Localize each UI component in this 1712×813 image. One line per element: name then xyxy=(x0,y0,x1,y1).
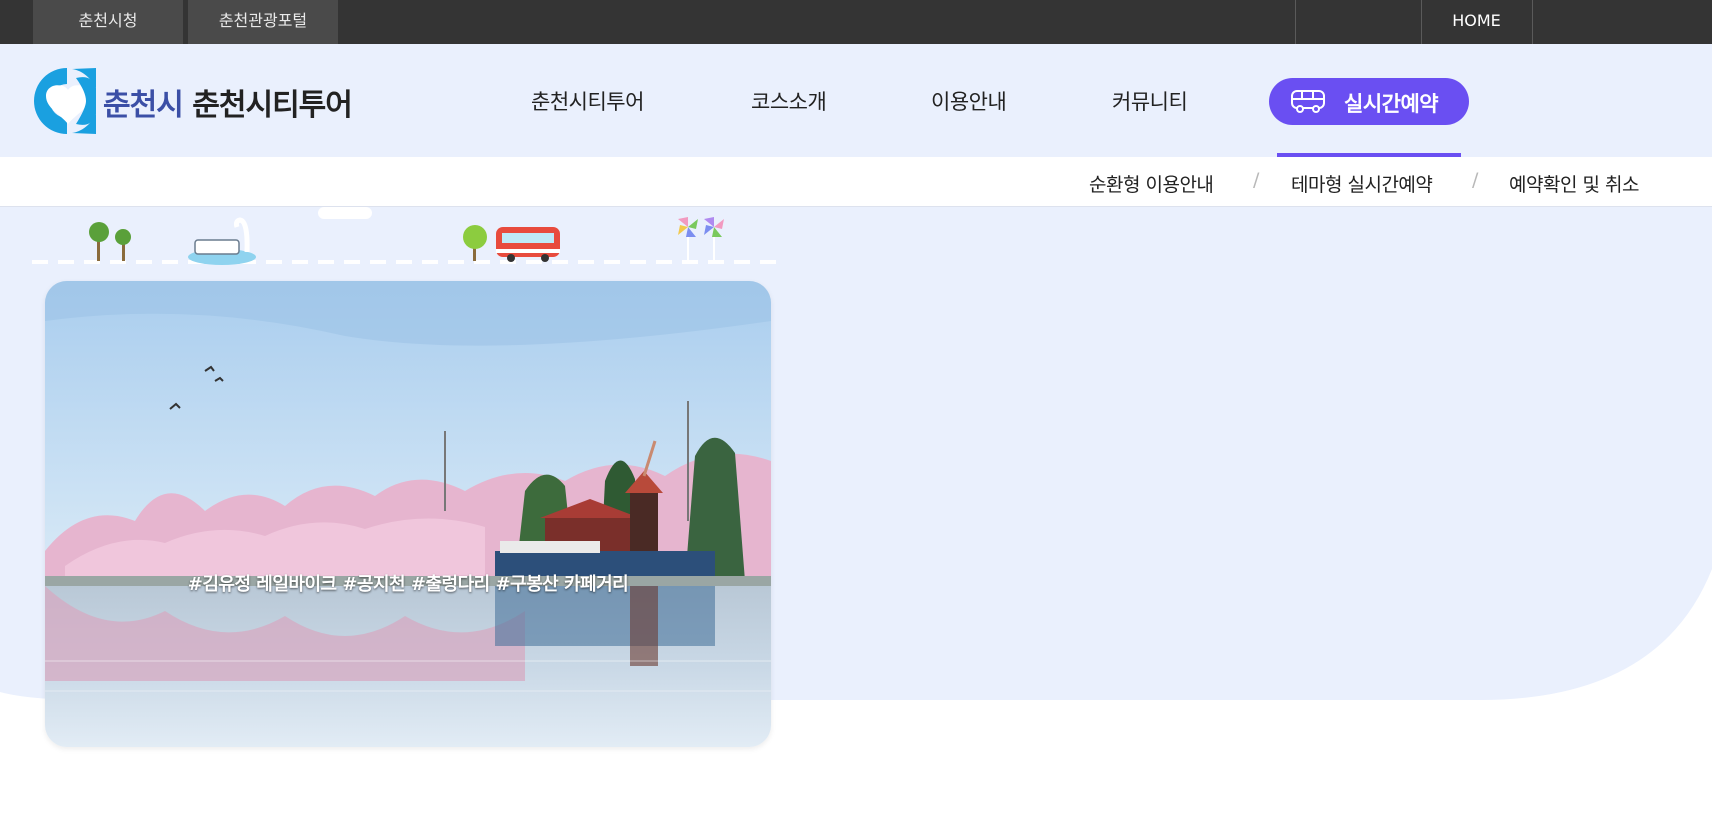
tree-icon xyxy=(463,225,487,261)
nav-city-tour[interactable]: 춘천시티투어 xyxy=(531,86,644,116)
nav-usage-guide[interactable]: 이용안내 xyxy=(931,86,1007,116)
nav-community[interactable]: 커뮤니티 xyxy=(1112,86,1188,116)
c-heart-logo-icon xyxy=(34,68,96,134)
pinwheel-icon xyxy=(678,217,724,261)
subnav-loop-guide[interactable]: 순환형 이용안내 xyxy=(1089,170,1214,197)
theme-tour-photo-card[interactable]: #김유정 레일바이크 #공지천 #출렁다리 #구봉산 카페거리 xyxy=(45,281,771,747)
site-header: 춘천시 춘천시티투어 춘천시티투어 코스소개 이용안내 커뮤니티 실시간예약 xyxy=(0,44,1712,157)
tree-icon xyxy=(89,222,131,261)
card-hashtags: #김유정 레일바이크 #공지천 #출렁다리 #구봉산 카페거리 xyxy=(187,574,629,595)
divider xyxy=(1295,0,1296,44)
subnav-separator: / xyxy=(1472,169,1479,191)
subnav-separator: / xyxy=(1253,169,1260,191)
logo-wordmark: 춘천시 춘천시티투어 xyxy=(103,80,353,124)
sub-navigation: 순환형 이용안내 / 테마형 실시간예약 / 예약확인 및 취소 xyxy=(0,157,1712,207)
top-utility-bar: 춘천시청 춘천관광포털 HOME xyxy=(0,0,1712,44)
nav-realtime-reservation-button[interactable]: 실시간예약 xyxy=(1269,78,1469,125)
red-bus-icon xyxy=(496,227,560,262)
decorative-road-strip xyxy=(32,207,784,265)
home-link[interactable]: HOME xyxy=(1421,0,1532,44)
link-chuncheon-tourism-portal[interactable]: 춘천관광포털 xyxy=(188,0,338,44)
logo-service-name: 춘천시티투어 xyxy=(192,88,353,123)
divider xyxy=(1532,0,1533,44)
bus-icon xyxy=(1291,90,1325,113)
nav-course-intro[interactable]: 코스소개 xyxy=(751,86,827,116)
swan-boat-icon xyxy=(188,217,256,265)
lake-windmill-photo xyxy=(45,281,771,747)
subnav-reservation-check-cancel[interactable]: 예약확인 및 취소 xyxy=(1509,170,1639,197)
link-chuncheon-city-hall[interactable]: 춘천시청 xyxy=(33,0,183,44)
reserve-label: 실시간예약 xyxy=(1344,92,1439,116)
subnav-theme-realtime-reservation[interactable]: 테마형 실시간예약 xyxy=(1291,170,1433,197)
logo-city-name: 춘천시 xyxy=(103,88,184,123)
